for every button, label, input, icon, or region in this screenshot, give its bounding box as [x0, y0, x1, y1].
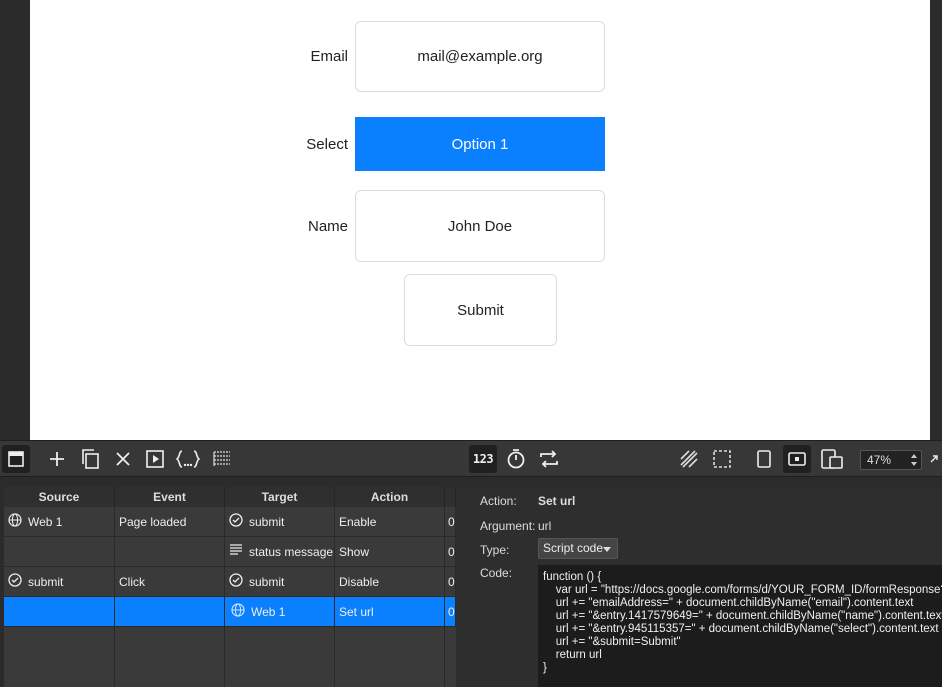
globe-icon: [231, 598, 245, 627]
globe-icon: [8, 508, 22, 537]
type-label: Type:: [480, 543, 510, 557]
source-cell: submit: [4, 567, 115, 597]
action-label: Action:: [480, 494, 517, 508]
target-cell: status message: [225, 537, 335, 567]
properties-panel: Action: Set url Argument: url Type: Scri…: [456, 487, 942, 687]
toolbar: 123 47%: [0, 440, 942, 477]
target-text: submit: [249, 515, 285, 529]
email-value: mail@example.org: [417, 48, 543, 65]
target-text: Web 1: [251, 605, 286, 619]
check-circle-icon: [229, 508, 243, 537]
interactions-table: Source Event Target Action Web 1 Page lo…: [4, 487, 456, 687]
target-cell: Web 1: [225, 597, 335, 627]
table-row[interactable]: status message Show 0: [4, 537, 456, 567]
argument-value: url: [538, 519, 552, 533]
name-label: Name: [307, 218, 348, 235]
column-divider: [444, 627, 445, 687]
table-row-selected[interactable]: Web 1 Set url 0: [4, 597, 456, 627]
event-cell: Page loaded: [115, 507, 225, 537]
type-select[interactable]: Script code: [538, 538, 618, 559]
portrait-icon[interactable]: [750, 445, 778, 473]
chevron-down-icon: [603, 547, 611, 552]
event-cell: Click: [115, 567, 225, 597]
action-cell: Enable: [335, 507, 445, 537]
selection-icon[interactable]: [708, 445, 736, 473]
submit-button[interactable]: Submit: [404, 274, 557, 346]
zoom-spinner-icon[interactable]: [909, 452, 919, 468]
name-value: John Doe: [447, 217, 513, 235]
target-text: submit: [249, 575, 285, 589]
panel-icon[interactable]: [2, 445, 30, 473]
target-cell: submit: [225, 567, 335, 597]
script-icon[interactable]: [174, 445, 202, 473]
action-cell: Disable: [335, 567, 445, 597]
column-divider: [224, 627, 225, 687]
preview-icon[interactable]: [141, 445, 169, 473]
header-target[interactable]: Target: [225, 487, 335, 507]
select-value: Option 1: [451, 135, 509, 153]
loop-icon[interactable]: [535, 445, 563, 473]
header-source[interactable]: Source: [4, 487, 115, 507]
timer-icon[interactable]: [502, 445, 530, 473]
zoom-input[interactable]: 47%: [860, 450, 922, 470]
extra-cell: 0: [445, 537, 456, 567]
type-value: Script code: [543, 541, 604, 555]
action-value: Set url: [538, 494, 576, 508]
source-cell: Web 1: [4, 507, 115, 537]
action-cell: Set url: [335, 597, 445, 627]
hatch-icon[interactable]: [675, 445, 703, 473]
code-editor[interactable]: function () { var url = "https://docs.go…: [538, 565, 942, 687]
header-event[interactable]: Event: [115, 487, 225, 507]
source-text: submit: [28, 575, 64, 589]
expand-icon[interactable]: [926, 445, 942, 473]
source-text: Web 1: [28, 515, 63, 529]
zoom-value: 47%: [867, 453, 892, 467]
name-field[interactable]: John Doe: [355, 190, 605, 262]
column-divider: [334, 627, 335, 687]
extra-cell: 0: [445, 597, 456, 627]
check-circle-icon: [229, 568, 243, 597]
column-divider: [114, 627, 115, 687]
extra-cell: 0: [445, 507, 456, 537]
select-field[interactable]: Option 1: [355, 117, 605, 171]
duplicate-icon[interactable]: [76, 445, 104, 473]
extra-cell: 0: [445, 567, 456, 597]
add-icon[interactable]: [43, 445, 71, 473]
source-cell: [4, 597, 115, 627]
delete-icon[interactable]: [109, 445, 137, 473]
landscape-icon[interactable]: [783, 445, 811, 473]
canvas-area: Email mail@example.org Select Option 1 N…: [0, 0, 942, 440]
header-extra[interactable]: [445, 487, 456, 507]
header-action[interactable]: Action: [335, 487, 445, 507]
check-circle-icon: [8, 568, 22, 597]
list-icon[interactable]: [208, 445, 236, 473]
number-icon[interactable]: 123: [469, 445, 497, 473]
submit-label: Submit: [457, 301, 504, 319]
target-text: status message: [249, 545, 334, 559]
page-preview: Email mail@example.org Select Option 1 N…: [30, 0, 930, 440]
text-lines-icon: [229, 538, 243, 567]
target-cell: submit: [225, 507, 335, 537]
email-label: Email: [310, 48, 348, 65]
event-cell: [115, 597, 225, 627]
number-label: 123: [472, 452, 494, 466]
select-label: Select: [306, 136, 348, 153]
code-label: Code:: [480, 566, 513, 580]
table-row[interactable]: submit Click submit Disable 0: [4, 567, 456, 597]
table-row[interactable]: Web 1 Page loaded submit Enable 0: [4, 507, 456, 537]
event-cell: [115, 537, 225, 567]
source-cell: [4, 537, 115, 567]
devices-icon[interactable]: [818, 445, 846, 473]
email-field[interactable]: mail@example.org: [355, 21, 605, 92]
argument-label: Argument:: [480, 519, 536, 533]
action-cell: Show: [335, 537, 445, 567]
